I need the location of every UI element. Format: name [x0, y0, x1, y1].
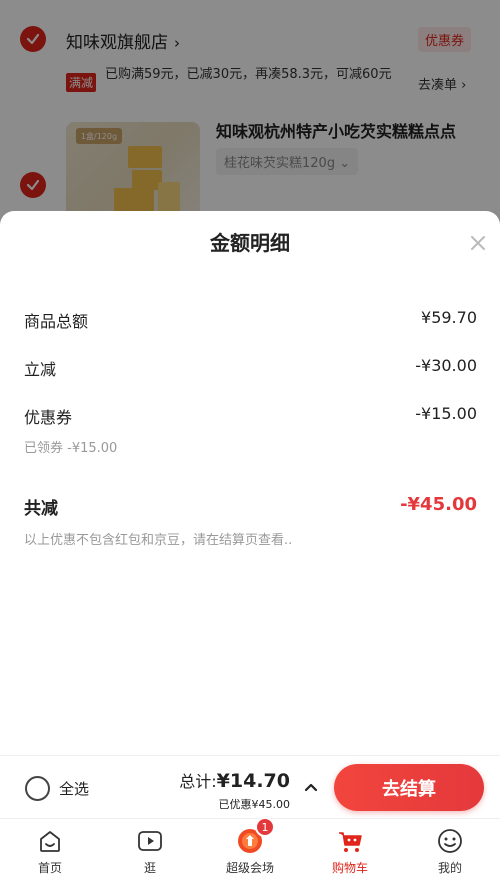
- tab-label: 超级会场: [225, 861, 274, 875]
- tab-home[interactable]: 首页: [0, 819, 100, 889]
- smile-icon: [438, 829, 462, 853]
- select-all-radio[interactable]: [25, 776, 50, 801]
- home-icon: [40, 831, 60, 852]
- tab-super-venue[interactable]: 超级会场: [200, 819, 300, 889]
- tab-mine[interactable]: 我的: [400, 819, 500, 889]
- total-sum-prefix: 总计:: [179, 772, 217, 791]
- tab-browse[interactable]: 逛: [100, 819, 200, 889]
- amount-detail-sheet: 金额明细 商品总额 ¥59.70 立减 -¥30.00 优惠券 -¥15.00 …: [0, 211, 500, 755]
- tab-label: 我的: [437, 861, 462, 875]
- notification-badge: 1: [255, 817, 275, 837]
- cart-icon: [339, 832, 362, 852]
- close-icon[interactable]: [466, 231, 490, 255]
- tab-label: 首页: [37, 861, 62, 875]
- row-value-discount: -¥30.00: [415, 356, 477, 375]
- select-all-label[interactable]: 全选: [59, 778, 89, 799]
- sheet-title: 金额明细: [210, 231, 290, 255]
- total-discount-label: 共减: [24, 499, 58, 519]
- saved-amount: 已优惠¥45.00: [218, 798, 291, 811]
- row-label-goods-total: 商品总额: [24, 312, 89, 331]
- checkout-bar: 全选 总计:¥14.70 已优惠¥45.00 去结算: [0, 755, 500, 818]
- checkout-button[interactable]: 去结算: [334, 764, 484, 811]
- row-value-coupon: -¥15.00: [415, 404, 477, 423]
- coupon-sub-label: 已领券 -¥15.00: [24, 441, 118, 456]
- row-label-discount: 立减: [24, 360, 57, 379]
- play-icon: [138, 831, 162, 851]
- bottom-tab-bar: 首页 逛 超级会场 购物车 我的: [0, 818, 500, 889]
- total-discount-value: -¥45.00: [400, 494, 477, 515]
- row-label-coupon: 优惠券: [24, 408, 73, 427]
- tab-label: 购物车: [331, 861, 368, 875]
- tab-label: 逛: [143, 861, 156, 875]
- discount-note: 以上优惠不包含红包和京豆，请在结算页查看..: [24, 533, 293, 548]
- total-sum-amount: ¥14.70: [216, 770, 290, 792]
- chevron-up-icon[interactable]: [302, 778, 320, 796]
- total-sum: 总计:¥14.70: [179, 768, 290, 792]
- row-value-goods-total: ¥59.70: [421, 308, 477, 327]
- tab-cart[interactable]: 购物车: [300, 819, 400, 889]
